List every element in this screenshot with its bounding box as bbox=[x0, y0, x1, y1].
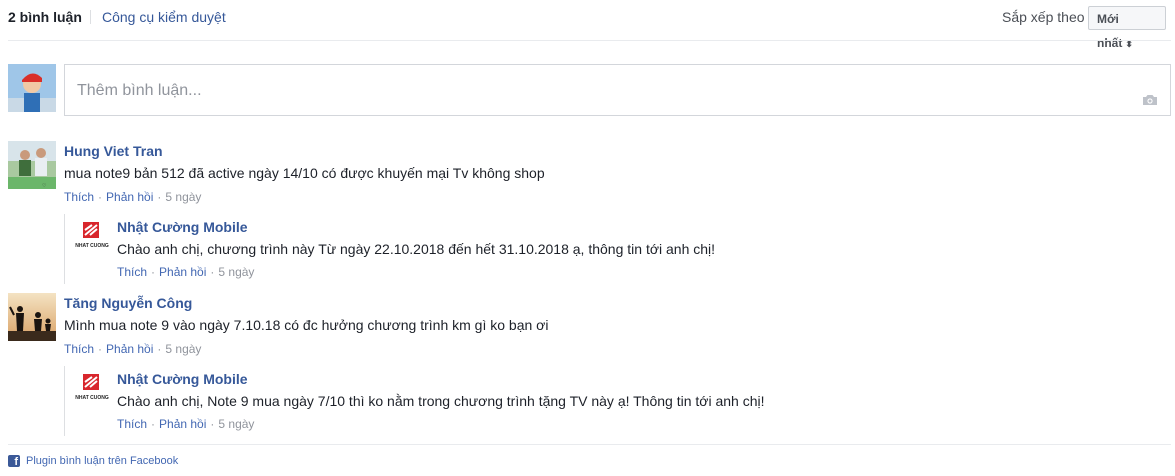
comment-time[interactable]: 5 ngày bbox=[165, 342, 201, 356]
separator-dot: · bbox=[210, 265, 215, 279]
reply-text: Chào anh chị, chương trình này Từ ngày 2… bbox=[117, 241, 716, 257]
sort-select[interactable]: Mới nhất ⬍ bbox=[1088, 6, 1166, 50]
like-link[interactable]: Thích bbox=[117, 417, 147, 431]
moderation-tools-link[interactable]: Công cụ kiểm duyệt bbox=[102, 9, 226, 25]
reply-time[interactable]: 5 ngày bbox=[218, 417, 254, 431]
avatar[interactable] bbox=[8, 293, 56, 341]
comment-time[interactable]: 5 ngày bbox=[165, 190, 201, 204]
comment-actions: Thích · Phản hồi · 5 ngày bbox=[64, 190, 201, 204]
like-link[interactable]: Thích bbox=[64, 190, 94, 204]
like-link[interactable]: Thích bbox=[117, 265, 147, 279]
comment-author[interactable]: Hung Viet Tran bbox=[64, 143, 163, 159]
comment-text: mua note9 bản 512 đã active ngày 14/10 c… bbox=[64, 165, 545, 181]
reply-link[interactable]: Phản hồi bbox=[106, 342, 153, 356]
avatar[interactable]: ♡ bbox=[8, 141, 56, 189]
separator-dot: · bbox=[151, 417, 156, 431]
brand-avatar[interactable]: NHAT CUONG bbox=[72, 370, 112, 410]
separator-dot: · bbox=[157, 190, 162, 204]
reply-text: Chào anh chị, Note 9 mua ngày 7/10 thì k… bbox=[117, 393, 765, 409]
facebook-icon: f bbox=[8, 455, 20, 468]
facebook-plugin-link[interactable]: f Plugin bình luận trên Facebook bbox=[8, 455, 179, 468]
comment-count: 2 bình luận bbox=[8, 9, 82, 25]
comment-input-placeholder: Thêm bình luận... bbox=[77, 82, 202, 99]
header-divider-line bbox=[8, 40, 1171, 41]
separator-dot: · bbox=[151, 265, 156, 279]
reply-time[interactable]: 5 ngày bbox=[218, 265, 254, 279]
footer-label: Plugin bình luận trên Facebook bbox=[26, 455, 179, 467]
comment-input[interactable]: Thêm bình luận... bbox=[64, 64, 1171, 116]
separator-dot: · bbox=[98, 190, 103, 204]
like-link[interactable]: Thích bbox=[64, 342, 94, 356]
brand-logo-text: NHAT CUONG bbox=[75, 395, 109, 401]
comment-actions: Thích · Phản hồi · 5 ngày bbox=[64, 342, 201, 356]
reply-thread-line bbox=[64, 214, 65, 284]
comment-text: Mình mua note 9 vào ngày 7.10.18 có đc h… bbox=[64, 317, 549, 333]
footer-divider bbox=[8, 444, 1171, 445]
separator-dot: · bbox=[98, 342, 103, 356]
svg-text:♡: ♡ bbox=[42, 183, 47, 189]
comment-author[interactable]: Tăng Nguyễn Công bbox=[64, 295, 192, 311]
brand-logo-text: NHAT CUONG bbox=[75, 243, 109, 249]
header-divider bbox=[90, 10, 91, 24]
reply-thread-line bbox=[64, 366, 65, 436]
reply-actions: Thích · Phản hồi · 5 ngày bbox=[117, 417, 254, 431]
current-user-avatar bbox=[8, 64, 56, 112]
reply-link[interactable]: Phản hồi bbox=[159, 417, 206, 431]
separator-dot: · bbox=[157, 342, 162, 356]
sort-value: Mới nhất bbox=[1097, 12, 1123, 50]
brand-avatar[interactable]: NHAT CUONG bbox=[72, 218, 112, 258]
reply-author[interactable]: Nhật Cường Mobile bbox=[117, 219, 248, 235]
sort-label: Sắp xếp theo bbox=[1002, 9, 1085, 25]
reply-author[interactable]: Nhật Cường Mobile bbox=[117, 371, 248, 387]
reply-link[interactable]: Phản hồi bbox=[106, 190, 153, 204]
reply-link[interactable]: Phản hồi bbox=[159, 265, 206, 279]
reply-actions: Thích · Phản hồi · 5 ngày bbox=[117, 265, 254, 279]
separator-dot: · bbox=[210, 417, 215, 431]
camera-icon[interactable] bbox=[1142, 93, 1158, 105]
